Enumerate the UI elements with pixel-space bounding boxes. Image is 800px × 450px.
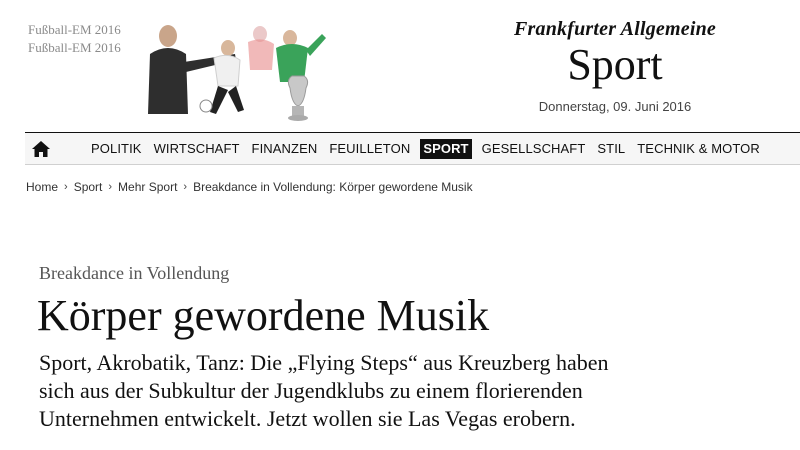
- teaser-line: Sport, Akrobatik, Tanz: Die „Flying Step…: [39, 350, 609, 375]
- brand-logo[interactable]: Frankfurter Allgemeine: [505, 18, 725, 41]
- nav-item-finanzen[interactable]: FINANZEN: [246, 139, 324, 159]
- masthead[interactable]: Frankfurter Allgemeine Sport Donnerstag,…: [505, 18, 725, 114]
- breadcrumb: Home › Sport › Mehr Sport › Breakdance in Voll…: [26, 180, 473, 194]
- breadcrumb-current: Breakdance in Vollendung: Körper geworde…: [193, 180, 473, 194]
- promo-label: Fußball-EM 2016: [28, 22, 121, 37]
- nav-item-wirtschaft[interactable]: WIRTSCHAFT: [148, 139, 246, 159]
- section-title[interactable]: Sport: [505, 41, 725, 89]
- breadcrumb-link[interactable]: Home: [26, 180, 58, 194]
- current-date: Donnerstag, 09. Juni 2016: [538, 99, 692, 114]
- nav-item-feuilleton[interactable]: FEUILLETON: [323, 139, 416, 159]
- main-navigation: POLITIK WIRTSCHAFT FINANZEN FEUILLETON SPORT…: [25, 132, 800, 165]
- article-kicker: Breakdance in Vollendung: [39, 263, 230, 283]
- article-teaser: Sport, Akrobatik, Tanz: Die „Flying Step…: [39, 349, 739, 433]
- football-players-illustration: [148, 25, 326, 121]
- article-headline: Körper gewordene Musik: [37, 291, 490, 340]
- nav-items: POLITIK WIRTSCHAFT FINANZEN FEUILLETON SPORT…: [85, 133, 766, 165]
- nav-item-stil[interactable]: STIL: [591, 139, 631, 159]
- breadcrumb-separator-icon: ›: [64, 181, 68, 193]
- breadcrumb-separator-icon: ›: [183, 181, 188, 193]
- promo-label: Fußball-EM 2016: [28, 40, 121, 55]
- euro-2016-promo[interactable]: Fußball-EM 2016 Fußball-EM 2016: [0, 0, 330, 130]
- home-icon[interactable]: [31, 139, 51, 159]
- nav-item-gesellschaft[interactable]: GESELLSCHAFT: [476, 139, 592, 159]
- nav-item-technik-motor[interactable]: TECHNIK & MOTOR: [631, 139, 766, 159]
- teaser-line: Unternehmen entwickelt. Jetzt wollen sie…: [39, 406, 576, 431]
- teaser-line: sich aus der Subkultur der Jugendklubs z…: [39, 378, 583, 403]
- nav-item-sport[interactable]: SPORT: [420, 139, 472, 159]
- breadcrumb-link[interactable]: Mehr Sport: [118, 180, 177, 194]
- nav-item-politik[interactable]: POLITIK: [85, 139, 148, 159]
- breadcrumb-link[interactable]: Sport: [74, 180, 103, 194]
- breadcrumb-separator-icon: ›: [108, 181, 113, 193]
